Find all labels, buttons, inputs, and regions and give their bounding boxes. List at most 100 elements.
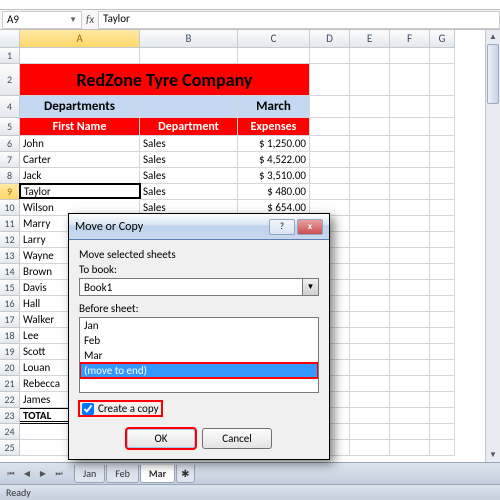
col-header-G[interactable]: G [430, 30, 455, 48]
cell-department[interactable]: Sales [140, 136, 238, 152]
cell[interactable] [350, 440, 390, 456]
col-header-B[interactable]: B [140, 30, 238, 48]
cell[interactable] [390, 328, 430, 344]
row-header-14[interactable]: 14 [0, 264, 20, 280]
cell-expense[interactable]: $ 1,250.00 [238, 136, 310, 152]
before-sheet-listbox[interactable]: JanFebMar(move to end) [79, 317, 319, 393]
cell[interactable] [390, 296, 430, 312]
column-header-C[interactable]: Expenses [238, 118, 310, 136]
tab-prev-icon[interactable]: ◀ [20, 467, 34, 481]
cell[interactable] [350, 376, 390, 392]
cell[interactable] [430, 360, 455, 376]
cell[interactable] [350, 118, 390, 136]
dialog-help-button[interactable]: ? [269, 219, 295, 235]
cell[interactable] [310, 184, 350, 200]
cell[interactable] [390, 48, 430, 64]
cell[interactable] [350, 216, 390, 232]
row-header-22[interactable]: 22 [0, 392, 20, 408]
cell[interactable] [20, 48, 140, 64]
sheet-tab-feb[interactable]: Feb [106, 465, 139, 483]
column-header-B[interactable]: Department [140, 118, 238, 136]
cell-firstname[interactable]: John [20, 136, 140, 152]
cell[interactable] [310, 48, 350, 64]
tab-last-icon[interactable]: ⏭ [52, 467, 66, 481]
row-header-6[interactable]: 6 [0, 136, 20, 152]
cell[interactable] [350, 152, 390, 168]
cell[interactable] [430, 440, 455, 456]
cell[interactable] [430, 216, 455, 232]
cell[interactable] [430, 328, 455, 344]
cell[interactable] [350, 248, 390, 264]
combo-dropdown-icon[interactable]: ▼ [303, 278, 319, 296]
scroll-thumb[interactable] [487, 44, 499, 104]
row-header-9[interactable]: 9 [0, 184, 20, 200]
row-header-17[interactable]: 17 [0, 312, 20, 328]
cell[interactable] [430, 168, 455, 184]
cell[interactable] [430, 424, 455, 440]
cell-department[interactable]: Sales [140, 184, 238, 200]
row-header-1[interactable]: 1 [0, 48, 20, 64]
cell[interactable] [350, 136, 390, 152]
cell[interactable] [430, 296, 455, 312]
scroll-down-icon[interactable]: ▼ [486, 448, 500, 462]
cell[interactable] [390, 152, 430, 168]
cell-department[interactable]: Sales [140, 152, 238, 168]
dialog-close-button[interactable]: x [297, 219, 323, 235]
list-item[interactable]: (move to end) [80, 363, 318, 378]
row-header-7[interactable]: 7 [0, 152, 20, 168]
cell[interactable] [390, 440, 430, 456]
cell[interactable] [430, 118, 455, 136]
sheet-tab-mar[interactable]: Mar [140, 465, 175, 483]
cell[interactable] [350, 168, 390, 184]
cell[interactable] [390, 408, 430, 424]
row-header-18[interactable]: 18 [0, 328, 20, 344]
cell[interactable] [430, 232, 455, 248]
cell[interactable] [310, 96, 350, 118]
cell[interactable] [430, 376, 455, 392]
cell-expense[interactable]: $ 480.00 [238, 184, 310, 200]
cell[interactable] [390, 376, 430, 392]
subheader-B[interactable] [140, 96, 238, 118]
cell-firstname[interactable]: Carter [20, 152, 140, 168]
row-header-8[interactable]: 8 [0, 168, 20, 184]
cell[interactable] [430, 312, 455, 328]
cell[interactable] [390, 280, 430, 296]
fx-label[interactable]: fx [82, 13, 98, 26]
cell[interactable] [390, 360, 430, 376]
cell[interactable] [350, 424, 390, 440]
cell[interactable] [350, 232, 390, 248]
cell[interactable] [310, 152, 350, 168]
new-sheet-button[interactable]: ✱ [176, 465, 194, 483]
cell[interactable] [430, 264, 455, 280]
cell[interactable] [430, 64, 455, 96]
scroll-up-icon[interactable]: ▲ [486, 30, 500, 44]
column-header-A[interactable]: First Name [20, 118, 140, 136]
subheader-A[interactable]: Departments [20, 96, 140, 118]
row-header-12[interactable]: 12 [0, 232, 20, 248]
tab-first-icon[interactable]: ⏮ [4, 467, 18, 481]
cell[interactable] [350, 200, 390, 216]
col-header-A[interactable]: A [20, 30, 140, 48]
formula-input[interactable]: Taylor [98, 11, 500, 29]
cell[interactable] [390, 232, 430, 248]
cell-department[interactable]: Sales [140, 168, 238, 184]
row-header-4[interactable]: 4 [0, 96, 20, 118]
cell[interactable] [350, 408, 390, 424]
dialog-titlebar[interactable]: Move or Copy ? x [69, 214, 329, 240]
cell[interactable] [430, 136, 455, 152]
cell[interactable] [390, 96, 430, 118]
cell[interactable] [350, 328, 390, 344]
cell[interactable] [390, 264, 430, 280]
cell[interactable] [390, 392, 430, 408]
vertical-scrollbar[interactable]: ▲ ▼ [485, 30, 500, 462]
cell[interactable] [390, 216, 430, 232]
row-header-11[interactable]: 11 [0, 216, 20, 232]
row-header-20[interactable]: 20 [0, 360, 20, 376]
cell[interactable] [310, 64, 350, 96]
cell[interactable] [390, 248, 430, 264]
sheet-tab-jan[interactable]: Jan [74, 465, 105, 483]
cell[interactable] [350, 296, 390, 312]
cancel-button[interactable]: Cancel [202, 428, 272, 449]
cell[interactable] [430, 184, 455, 200]
cell[interactable] [430, 96, 455, 118]
